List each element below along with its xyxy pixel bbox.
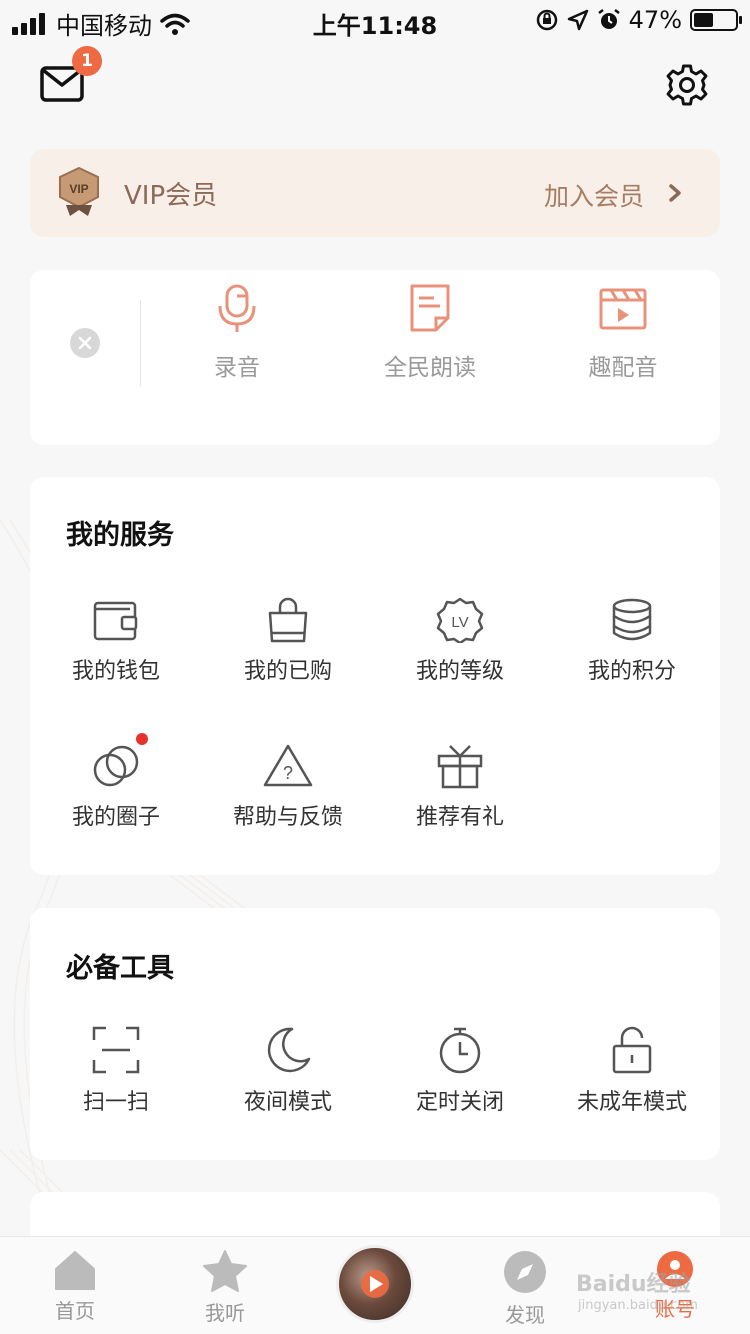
tool-label: 夜间模式: [243, 1090, 332, 1115]
service-label: 我的积分: [587, 659, 676, 684]
close-icon: [78, 336, 92, 350]
vip-badge-text: VIP: [69, 182, 88, 196]
timer-icon: [439, 1027, 481, 1074]
create-item-label: 趣配音: [588, 355, 658, 381]
video-clapper-icon: [599, 288, 647, 330]
tab-label: 首页: [55, 1299, 95, 1323]
create-card: 录音 全民朗读 趣配音: [30, 270, 720, 445]
tools-card: 必备工具 扫一扫 夜间模式 定时关闭 未成年模式: [30, 908, 720, 1160]
section-title: 必备工具: [66, 953, 174, 984]
compass-icon: [504, 1251, 546, 1293]
help-triangle-icon: ?: [263, 744, 313, 787]
tab-listen[interactable]: 我听: [175, 1249, 275, 1326]
service-level[interactable]: LV 我的等级: [374, 597, 546, 685]
tool-night-mode[interactable]: 夜间模式: [202, 1026, 374, 1116]
play-icon: [361, 1270, 389, 1298]
vip-join-link[interactable]: 加入会员: [544, 177, 644, 213]
now-playing-button[interactable]: [336, 1245, 414, 1323]
level-badge-icon: LV: [436, 597, 484, 643]
lock-icon: [612, 1026, 652, 1074]
service-label: 我的等级: [415, 659, 504, 684]
shopping-bag-icon: [268, 597, 308, 643]
rotation-lock-icon: [536, 9, 557, 31]
watermark-logo: Baidu经验: [576, 1272, 691, 1297]
tool-label: 扫一扫: [82, 1090, 149, 1115]
service-label: 帮助与反馈: [232, 805, 343, 830]
tab-home[interactable]: 首页: [25, 1249, 125, 1324]
service-purchased[interactable]: 我的已购: [202, 597, 374, 685]
gift-icon: [437, 745, 483, 789]
level-badge-text: LV: [451, 614, 468, 631]
alarm-icon: [597, 9, 620, 29]
create-dub-button[interactable]: 趣配音: [548, 284, 698, 382]
service-points[interactable]: 我的积分: [546, 597, 718, 685]
battery-percent: 47%: [628, 6, 682, 34]
tool-label: 定时关闭: [415, 1090, 504, 1115]
vip-badge-icon: VIP: [59, 167, 99, 216]
create-item-label: 录音: [214, 355, 260, 381]
notification-dot: [136, 733, 148, 745]
service-help[interactable]: ? 帮助与反馈: [202, 743, 374, 831]
tab-label: 我听: [205, 1301, 245, 1325]
coin-stack-icon: [612, 598, 652, 641]
tab-label: 发现: [505, 1303, 545, 1327]
chevron-right-icon: [669, 184, 681, 202]
tool-timer[interactable]: 定时关闭: [374, 1026, 546, 1116]
status-right: 47%: [535, 6, 742, 34]
divider: [140, 300, 141, 386]
service-circles[interactable]: 我的圈子: [30, 733, 202, 831]
location-arrow-icon: [567, 9, 588, 31]
service-label: 我的圈子: [71, 805, 160, 830]
star-icon: [203, 1250, 247, 1292]
section-title: 我的服务: [66, 520, 174, 551]
create-record-button[interactable]: 录音: [162, 284, 312, 382]
svg-text:?: ?: [283, 763, 293, 783]
service-label: 我的钱包: [71, 659, 160, 684]
service-referral[interactable]: 推荐有礼: [374, 743, 546, 831]
gear-icon[interactable]: [666, 64, 708, 106]
battery-fill: [694, 13, 713, 27]
vip-title: VIP会员: [124, 181, 218, 211]
watermark-url: jingyan.baidu.com: [578, 1298, 698, 1313]
service-label: 推荐有礼: [415, 805, 504, 830]
my-services-card: 我的服务 我的钱包 我的已购 LV 我的等级 我的积分 我的圈子 ? 帮助与反馈…: [30, 477, 720, 875]
service-wallet[interactable]: 我的钱包: [30, 597, 202, 685]
create-read-button[interactable]: 全民朗读: [355, 284, 505, 382]
home-icon: [55, 1251, 95, 1290]
battery-icon: [690, 9, 742, 31]
moon-icon: [267, 1027, 311, 1073]
create-item-label: 全民朗读: [384, 355, 476, 381]
vip-banner[interactable]: VIP VIP会员 加入会员: [30, 149, 720, 237]
tool-label: 未成年模式: [576, 1090, 687, 1115]
status-bar: 中国移动 上午11:48 47%: [0, 0, 750, 40]
circles-icon: [93, 745, 139, 787]
document-icon: [410, 284, 450, 332]
close-button[interactable]: [70, 328, 100, 358]
tab-discover[interactable]: 发现: [475, 1249, 575, 1328]
scan-icon: [92, 1026, 140, 1074]
service-label: 我的已购: [243, 659, 332, 684]
wallet-icon: [93, 601, 138, 641]
tool-minor-mode[interactable]: 未成年模式: [546, 1026, 718, 1116]
mail-badge: 1: [72, 46, 102, 76]
tool-scan[interactable]: 扫一扫: [30, 1026, 202, 1116]
microphone-icon: [218, 284, 256, 332]
